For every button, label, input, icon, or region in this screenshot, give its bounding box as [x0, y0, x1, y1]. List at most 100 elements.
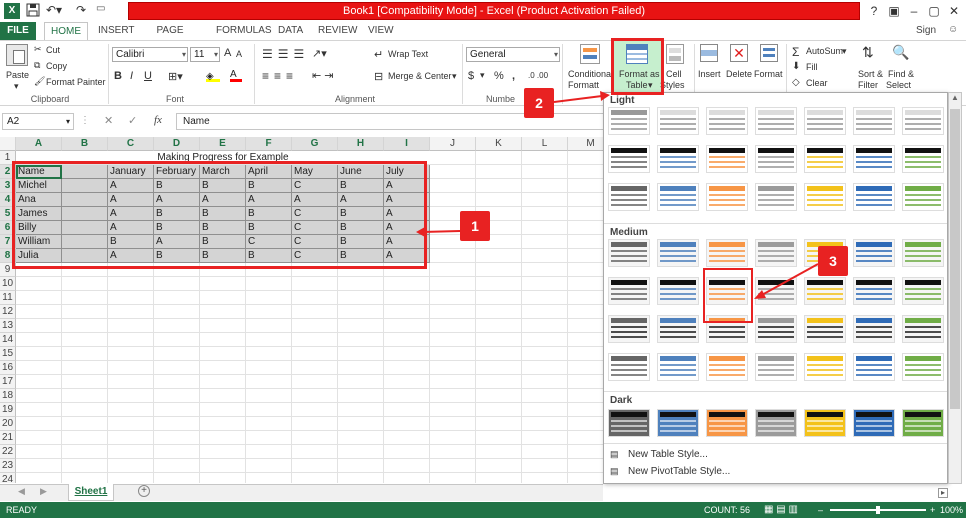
cell-k3[interactable]	[476, 179, 522, 193]
paste-dropdown-icon[interactable]: ▾	[14, 81, 19, 92]
cell-h18[interactable]	[338, 389, 384, 403]
cell-d19[interactable]	[154, 403, 200, 417]
find-select-icon[interactable]: 🔍	[892, 44, 909, 61]
table-style-light-2-6[interactable]	[853, 145, 895, 173]
table-style-light-3-7[interactable]	[902, 183, 944, 211]
cell-l9[interactable]	[522, 263, 568, 277]
cell-d13[interactable]	[154, 319, 200, 333]
cell-b23[interactable]	[62, 459, 108, 473]
table-style-dark-1-1[interactable]	[608, 409, 650, 437]
cell-b12[interactable]	[62, 305, 108, 319]
insert-cells-icon[interactable]	[700, 44, 718, 62]
cell-d17[interactable]	[154, 375, 200, 389]
cell-f21[interactable]	[246, 431, 292, 445]
column-header-d[interactable]: D	[154, 137, 200, 151]
cell-g11[interactable]	[292, 291, 338, 305]
table-style-light-3-3[interactable]	[706, 183, 748, 211]
table-style-medium-3-4[interactable]	[755, 315, 797, 343]
table-style-dark-1-4[interactable]	[755, 409, 797, 437]
percent-button[interactable]: %	[494, 70, 504, 82]
cell-g18[interactable]	[292, 389, 338, 403]
cell-d22[interactable]	[154, 445, 200, 459]
cell-e12[interactable]	[200, 305, 246, 319]
column-header-k[interactable]: K	[476, 137, 522, 151]
conditional-formatting-icon[interactable]	[580, 44, 600, 64]
sheet-tab-sheet1[interactable]: Sheet1	[68, 484, 114, 501]
cell-l23[interactable]	[522, 459, 568, 473]
currency-button[interactable]: $	[468, 70, 474, 82]
cell-h24[interactable]	[338, 473, 384, 483]
cell-m3[interactable]	[568, 179, 603, 193]
format-cells-icon[interactable]	[760, 44, 778, 62]
cell-m11[interactable]	[568, 291, 603, 305]
row-header-16[interactable]: 16	[0, 361, 16, 375]
cell-g12[interactable]	[292, 305, 338, 319]
cell-j11[interactable]	[430, 291, 476, 305]
merge-center-icon[interactable]: ⊟	[374, 70, 383, 83]
cell-l16[interactable]	[522, 361, 568, 375]
cell-k20[interactable]	[476, 417, 522, 431]
cell-c17[interactable]	[108, 375, 154, 389]
name-box[interactable]: A2 ▾	[2, 113, 74, 130]
cell-m15[interactable]	[568, 347, 603, 361]
cell-e17[interactable]	[200, 375, 246, 389]
tab-formulas[interactable]: FORMULAS	[210, 22, 272, 40]
cell-k4[interactable]	[476, 193, 522, 207]
cell-j16[interactable]	[430, 361, 476, 375]
row-header-12[interactable]: 12	[0, 305, 16, 319]
cell-k8[interactable]	[476, 249, 522, 263]
table-style-light-3-2[interactable]	[657, 183, 699, 211]
cell-a19[interactable]	[16, 403, 62, 417]
cell-c22[interactable]	[108, 445, 154, 459]
table-style-medium-2-6[interactable]	[853, 277, 895, 305]
cell-m23[interactable]	[568, 459, 603, 473]
cell-a23[interactable]	[16, 459, 62, 473]
cell-e21[interactable]	[200, 431, 246, 445]
cell-l19[interactable]	[522, 403, 568, 417]
table-style-medium-4-7[interactable]	[902, 353, 944, 381]
tab-view[interactable]: VIEW	[362, 22, 396, 40]
table-style-medium-1-7[interactable]	[902, 239, 944, 267]
table-style-medium-4-4[interactable]	[755, 353, 797, 381]
orientation-icon[interactable]: ↗▾	[312, 47, 327, 60]
cell-g21[interactable]	[292, 431, 338, 445]
cell-g19[interactable]	[292, 403, 338, 417]
cell-d23[interactable]	[154, 459, 200, 473]
help-button[interactable]: ?	[864, 2, 884, 20]
cell-m2[interactable]	[568, 165, 603, 179]
cell-e20[interactable]	[200, 417, 246, 431]
cell-l10[interactable]	[522, 277, 568, 291]
cell-k16[interactable]	[476, 361, 522, 375]
delete-cells-icon[interactable]: ✕	[730, 44, 748, 62]
new-sheet-icon[interactable]: +	[138, 485, 150, 497]
zoom-in-icon[interactable]: +	[930, 502, 935, 518]
cell-e15[interactable]	[200, 347, 246, 361]
cell-h16[interactable]	[338, 361, 384, 375]
paste-icon[interactable]	[6, 44, 28, 66]
table-style-dark-1-5[interactable]	[804, 409, 846, 437]
sort-filter-label-1[interactable]: Sort &	[858, 69, 883, 79]
column-header-g[interactable]: G	[292, 137, 338, 151]
cell-c14[interactable]	[108, 333, 154, 347]
cell-m5[interactable]	[568, 207, 603, 221]
cell-f15[interactable]	[246, 347, 292, 361]
ribbon-display-icon[interactable]: ▣	[884, 2, 904, 20]
column-header-l[interactable]: L	[522, 137, 568, 151]
cell-j9[interactable]	[430, 263, 476, 277]
cell-c18[interactable]	[108, 389, 154, 403]
copy-button[interactable]: Copy	[46, 61, 67, 71]
cell-l20[interactable]	[522, 417, 568, 431]
cell-c12[interactable]	[108, 305, 154, 319]
number-format-select[interactable]: General ▾	[466, 47, 560, 62]
cell-l21[interactable]	[522, 431, 568, 445]
cell-g15[interactable]	[292, 347, 338, 361]
save-icon[interactable]	[26, 3, 40, 19]
italic-button[interactable]: I	[130, 70, 133, 82]
cell-e11[interactable]	[200, 291, 246, 305]
cell-f22[interactable]	[246, 445, 292, 459]
cell-f17[interactable]	[246, 375, 292, 389]
cell-d20[interactable]	[154, 417, 200, 431]
cell-a20[interactable]	[16, 417, 62, 431]
table-style-light-1-6[interactable]	[853, 107, 895, 135]
paste-button[interactable]: Paste	[6, 70, 29, 80]
